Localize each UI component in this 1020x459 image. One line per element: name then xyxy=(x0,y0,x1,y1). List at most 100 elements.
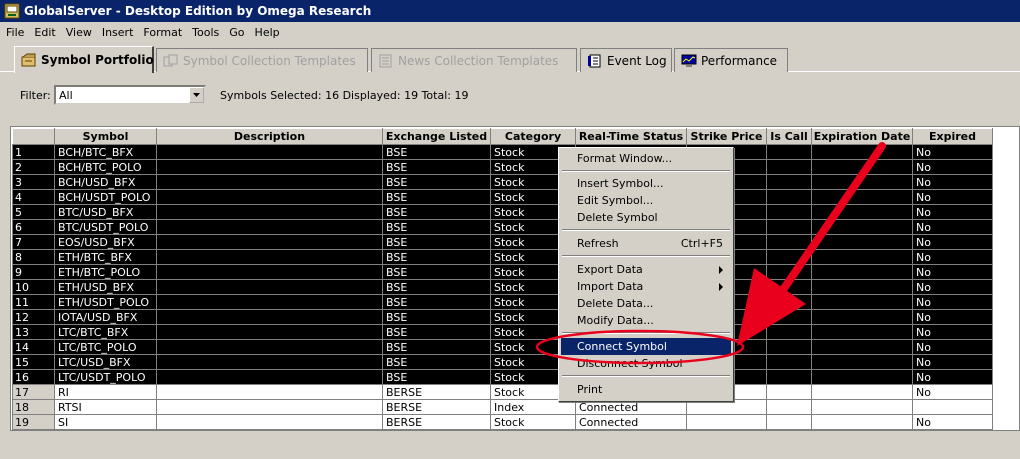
cell-is-call[interactable] xyxy=(766,399,812,415)
cell-symbol[interactable]: RTSI xyxy=(54,399,157,415)
cell-expired[interactable]: No xyxy=(912,324,993,340)
column-header-description[interactable]: Description xyxy=(156,128,383,145)
cell-description[interactable] xyxy=(156,174,383,190)
cell-symbol[interactable]: BTC/USD_BFX xyxy=(54,204,157,220)
cell-exchange[interactable]: BSE xyxy=(382,219,491,235)
cell-description[interactable] xyxy=(156,249,383,265)
cell-exchange[interactable]: BSE xyxy=(382,354,491,370)
cell-exchange[interactable]: BSE xyxy=(382,279,491,295)
cell-symbol[interactable]: BCH/USD_BFX xyxy=(54,174,157,190)
cell-is-call[interactable] xyxy=(766,294,812,310)
cell-symbol[interactable]: RI xyxy=(54,384,157,400)
cell-symbol[interactable]: ETH/BTC_BFX xyxy=(54,249,157,265)
cell-is-call[interactable] xyxy=(766,339,812,355)
row-number[interactable]: 3 xyxy=(12,174,55,190)
cell-is-call[interactable] xyxy=(766,234,812,250)
row-number[interactable]: 12 xyxy=(12,309,55,325)
cell-expiration-date[interactable] xyxy=(811,369,913,385)
menu-item-export-data[interactable]: Export Data xyxy=(561,261,731,278)
cell-description[interactable] xyxy=(156,369,383,385)
cell-exchange[interactable]: BSE xyxy=(382,144,491,160)
tab-news-collection-templates[interactable]: News Collection Templates xyxy=(371,48,577,72)
cell-is-call[interactable] xyxy=(766,144,812,160)
column-header-exchange[interactable]: Exchange Listed xyxy=(382,128,491,145)
table-row[interactable]: 4 BCH/USDT_POLO BSE Stock No xyxy=(12,189,993,205)
table-row[interactable]: 19 SI BERSE Stock Connected No xyxy=(12,414,993,430)
cell-exchange[interactable]: BSE xyxy=(382,189,491,205)
cell-expired[interactable]: No xyxy=(912,339,993,355)
menu-item-import-data[interactable]: Import Data xyxy=(561,278,731,295)
cell-expiration-date[interactable] xyxy=(811,279,913,295)
column-header-expired[interactable]: Expired xyxy=(912,128,993,145)
cell-expired[interactable]: No xyxy=(912,309,993,325)
cell-expiration-date[interactable] xyxy=(811,234,913,250)
cell-expiration-date[interactable] xyxy=(811,144,913,160)
cell-expired[interactable]: No xyxy=(912,219,993,235)
menu-item-edit-symbol[interactable]: Edit Symbol... xyxy=(561,192,731,209)
cell-exchange[interactable]: BSE xyxy=(382,324,491,340)
cell-symbol[interactable]: LTC/BTC_POLO xyxy=(54,339,157,355)
cell-expired[interactable]: No xyxy=(912,414,993,430)
cell-is-call[interactable] xyxy=(766,174,812,190)
row-number[interactable]: 14 xyxy=(12,339,55,355)
menu-format[interactable]: Format xyxy=(138,26,187,39)
cell-is-call[interactable] xyxy=(766,159,812,175)
menu-item-disconnect-symbol[interactable]: Disconnect Symbol xyxy=(561,355,731,372)
cell-symbol[interactable]: ETH/BTC_POLO xyxy=(54,264,157,280)
cell-expiration-date[interactable] xyxy=(811,309,913,325)
menu-item-connect-symbol[interactable]: Connect Symbol xyxy=(561,338,731,355)
cell-is-call[interactable] xyxy=(766,309,812,325)
menu-edit[interactable]: Edit xyxy=(29,26,60,39)
filter-dropdown[interactable]: All xyxy=(54,85,206,105)
row-number[interactable]: 19 xyxy=(12,414,55,430)
cell-is-call[interactable] xyxy=(766,279,812,295)
row-number[interactable]: 7 xyxy=(12,234,55,250)
table-row[interactable]: 18 RTSI BERSE Index Connected xyxy=(12,399,993,415)
cell-exchange[interactable]: BSE xyxy=(382,264,491,280)
table-row[interactable]: 8 ETH/BTC_BFX BSE Stock No xyxy=(12,249,993,265)
table-row[interactable]: 9 ETH/BTC_POLO BSE Stock No xyxy=(12,264,993,280)
cell-is-call[interactable] xyxy=(766,414,812,430)
menu-item-format-window[interactable]: Format Window... xyxy=(561,150,731,167)
cell-symbol[interactable]: EOS/USD_BFX xyxy=(54,234,157,250)
row-number[interactable]: 13 xyxy=(12,324,55,340)
cell-description[interactable] xyxy=(156,399,383,415)
cell-is-call[interactable] xyxy=(766,384,812,400)
cell-symbol[interactable]: BCH/USDT_POLO xyxy=(54,189,157,205)
cell-is-call[interactable] xyxy=(766,204,812,220)
symbol-grid[interactable]: Symbol Description Exchange Listed Categ… xyxy=(10,126,1020,431)
row-number[interactable]: 10 xyxy=(12,279,55,295)
cell-symbol[interactable]: ETH/USDT_POLO xyxy=(54,294,157,310)
column-header-symbol[interactable]: Symbol xyxy=(54,128,157,145)
cell-is-call[interactable] xyxy=(766,324,812,340)
cell-strike-price[interactable] xyxy=(686,414,767,430)
cell-expired[interactable]: No xyxy=(912,264,993,280)
tab-symbol-portfolio[interactable]: Symbol Portfolio xyxy=(14,46,154,73)
table-row[interactable]: 17 RI BERSE Stock No xyxy=(12,384,993,400)
cell-expired[interactable]: No xyxy=(912,354,993,370)
cell-expired[interactable]: No xyxy=(912,234,993,250)
cell-expired[interactable]: No xyxy=(912,144,993,160)
cell-description[interactable] xyxy=(156,384,383,400)
cell-exchange[interactable]: BSE xyxy=(382,204,491,220)
cell-description[interactable] xyxy=(156,189,383,205)
cell-expiration-date[interactable] xyxy=(811,399,913,415)
cell-expiration-date[interactable] xyxy=(811,354,913,370)
dropdown-button[interactable] xyxy=(189,87,204,103)
cell-expired[interactable]: No xyxy=(912,204,993,220)
table-row[interactable]: 3 BCH/USD_BFX BSE Stock No xyxy=(12,174,993,190)
cell-symbol[interactable]: BCH/BTC_POLO xyxy=(54,159,157,175)
menu-go[interactable]: Go xyxy=(224,26,249,39)
cell-is-call[interactable] xyxy=(766,219,812,235)
cell-exchange[interactable]: BSE xyxy=(382,369,491,385)
table-row[interactable]: 13 LTC/BTC_BFX BSE Stock No xyxy=(12,324,993,340)
table-row[interactable]: 5 BTC/USD_BFX BSE Stock No xyxy=(12,204,993,220)
cell-expired[interactable] xyxy=(912,399,993,415)
column-header-expiration-date[interactable]: Expiration Date xyxy=(811,128,913,145)
menu-item-insert-symbol[interactable]: Insert Symbol... xyxy=(561,175,731,192)
row-number[interactable]: 4 xyxy=(12,189,55,205)
table-row[interactable]: 10 ETH/USD_BFX BSE Stock No xyxy=(12,279,993,295)
cell-expiration-date[interactable] xyxy=(811,339,913,355)
cell-expired[interactable]: No xyxy=(912,189,993,205)
cell-description[interactable] xyxy=(156,204,383,220)
